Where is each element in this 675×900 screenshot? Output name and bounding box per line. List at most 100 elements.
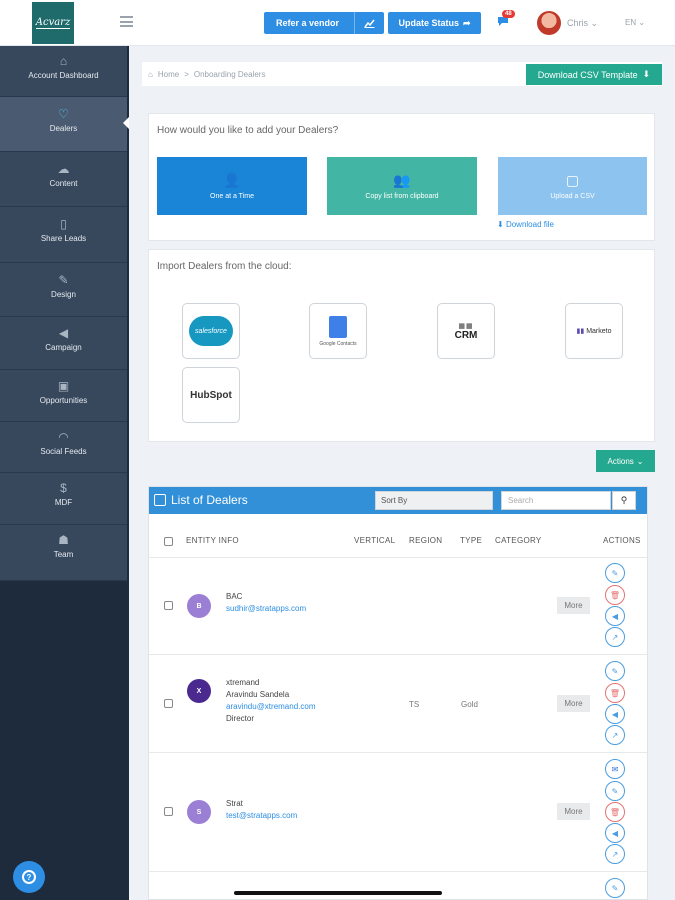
crm-import-button[interactable]: ▦▦ CRM bbox=[437, 303, 495, 359]
chevron-down-icon: ⌄ bbox=[590, 18, 599, 28]
edit-action-icon[interactable]: ✎ bbox=[605, 661, 625, 681]
dealers-list-header: List of Dealers Sort By Search ⚲ bbox=[149, 487, 647, 514]
update-status-label: Update Status bbox=[398, 18, 459, 28]
update-status-button[interactable]: Update Status ➦ bbox=[388, 12, 481, 34]
notifications-icon[interactable]: 48 bbox=[496, 10, 515, 28]
app-logo[interactable]: Acvarz bbox=[32, 2, 74, 44]
edit-action-icon[interactable]: ✎ bbox=[605, 781, 625, 801]
chevron-down-icon: ⌄ bbox=[636, 456, 644, 466]
menu-toggle-icon[interactable] bbox=[120, 16, 133, 27]
mail-action-icon[interactable]: ✉ bbox=[605, 759, 625, 779]
sidebar-item-account-dashboard[interactable]: ⌂ Account Dashboard bbox=[0, 46, 127, 97]
avatar: B bbox=[187, 594, 211, 618]
help-button[interactable]: ? bbox=[13, 861, 45, 893]
salesforce-import-button[interactable]: salesforce bbox=[182, 303, 240, 359]
sidebar-item-dealers[interactable]: ♡ Dealers bbox=[0, 97, 127, 152]
share-icon: ➦ bbox=[462, 17, 471, 28]
money-icon: ▣ bbox=[57, 379, 70, 393]
sidebar-item-mdf[interactable]: $ MDF bbox=[0, 473, 127, 525]
salesforce-logo: salesforce bbox=[189, 316, 233, 346]
refer-vendor-button[interactable]: Refer a vendor bbox=[264, 12, 384, 34]
dealer-name: BAC bbox=[226, 592, 243, 601]
column-actions: ACTIONS bbox=[603, 536, 641, 545]
more-button[interactable]: More bbox=[557, 695, 590, 712]
column-category[interactable]: CATEGORY bbox=[495, 536, 542, 545]
sidebar-item-share-leads[interactable]: ▯ Share Leads bbox=[0, 207, 127, 263]
dealer-email[interactable]: aravindu@xtremand.com bbox=[226, 701, 316, 713]
copy-from-clipboard-button[interactable]: 👥 Copy list from clipboard bbox=[327, 157, 477, 215]
edit-icon bbox=[154, 494, 166, 506]
delete-action-icon[interactable]: 🗑 bbox=[605, 683, 625, 703]
download-file-link[interactable]: ⬇ Download file bbox=[497, 220, 554, 229]
notification-badge: 48 bbox=[502, 10, 515, 18]
dealer-name: Strat bbox=[226, 799, 243, 808]
question-icon: ? bbox=[22, 870, 36, 884]
select-all-checkbox[interactable] bbox=[164, 537, 173, 546]
dealer-contact: Aravindu Sandela bbox=[226, 690, 290, 699]
top-bar: Acvarz Refer a vendor Update Status ➦ 48… bbox=[0, 0, 675, 46]
row-checkbox[interactable] bbox=[164, 807, 173, 816]
sidebar-item-design[interactable]: ✎ Design bbox=[0, 263, 127, 317]
table-row-entity: Strat test@stratapps.com bbox=[226, 798, 297, 822]
edit-action-icon[interactable]: ✎ bbox=[605, 878, 625, 898]
analytics-action-icon[interactable]: ↗ bbox=[605, 725, 625, 745]
download-csv-template-button[interactable]: Download CSV Template ⬇ bbox=[526, 64, 662, 85]
chart-icon bbox=[354, 12, 384, 34]
column-vertical[interactable]: VERTICAL bbox=[354, 536, 395, 545]
marketo-icon: ▮▮ bbox=[576, 328, 585, 335]
campaign-action-icon[interactable]: ◀ bbox=[605, 606, 625, 626]
region-cell: TS bbox=[409, 700, 420, 709]
row-checkbox[interactable] bbox=[164, 699, 173, 708]
table-row-entity: xtremand Aravindu Sandela aravindu@xtrem… bbox=[226, 677, 316, 725]
breadcrumb-home[interactable]: Home bbox=[158, 70, 179, 79]
more-button[interactable]: More bbox=[557, 597, 590, 614]
divider bbox=[149, 752, 647, 753]
google-contacts-icon bbox=[329, 315, 347, 338]
dealers-list-panel: List of Dealers Sort By Search ⚲ ENTITY … bbox=[148, 486, 648, 900]
column-entity-info[interactable]: ENTITY INFO bbox=[186, 536, 239, 545]
hubspot-import-button[interactable]: HubSpot bbox=[182, 367, 240, 423]
crm-icon: ▦▦ bbox=[458, 322, 474, 330]
sidebar-item-opportunities[interactable]: ▣ Opportunities bbox=[0, 370, 127, 422]
dealer-name: xtremand bbox=[226, 678, 260, 687]
sidebar-item-campaign[interactable]: ◀ Campaign bbox=[0, 317, 127, 370]
delete-action-icon[interactable]: 🗑 bbox=[605, 802, 625, 822]
campaign-action-icon[interactable]: ◀ bbox=[605, 704, 625, 724]
actions-dropdown-button[interactable]: Actions ⌄ bbox=[596, 450, 655, 472]
google-contacts-import-button[interactable]: Google Contacts bbox=[309, 303, 367, 359]
column-region[interactable]: REGION bbox=[409, 536, 442, 545]
search-icon[interactable]: ⚲ bbox=[612, 491, 636, 510]
one-at-a-time-button[interactable]: 👤 One at a Time bbox=[157, 157, 307, 215]
sidebar-item-social-feeds[interactable]: ◠ Social Feeds bbox=[0, 422, 127, 473]
user-menu[interactable]: Chris ⌄ bbox=[567, 18, 598, 29]
campaign-action-icon[interactable]: ◀ bbox=[605, 823, 625, 843]
marketo-import-button[interactable]: ▮▮ Marketo bbox=[565, 303, 623, 359]
dealer-email[interactable]: test@stratapps.com bbox=[226, 810, 297, 822]
search-input[interactable]: Search bbox=[501, 491, 611, 510]
sidebar-item-content[interactable]: ☁ Content bbox=[0, 152, 127, 207]
upload-csv-button[interactable]: ▢ Upload a CSV bbox=[498, 157, 647, 215]
type-cell: Gold bbox=[461, 700, 478, 709]
edit-action-icon[interactable]: ✎ bbox=[605, 563, 625, 583]
chevron-down-icon: ⌄ bbox=[638, 18, 646, 27]
avatar: X bbox=[187, 679, 211, 703]
megaphone-icon: ◀ bbox=[58, 326, 69, 340]
breadcrumb-separator: > bbox=[184, 69, 189, 79]
brush-icon: ✎ bbox=[58, 273, 69, 287]
more-button[interactable]: More bbox=[557, 803, 590, 820]
handshake-icon: ♡ bbox=[58, 107, 69, 121]
column-type[interactable]: TYPE bbox=[460, 536, 482, 545]
add-dealers-title: How would you like to add your Dealers? bbox=[157, 125, 339, 136]
analytics-action-icon[interactable]: ↗ bbox=[605, 844, 625, 864]
analytics-action-icon[interactable]: ↗ bbox=[605, 627, 625, 647]
row-checkbox[interactable] bbox=[164, 601, 173, 610]
home-indicator bbox=[234, 891, 442, 895]
add-user-icon: 👤 bbox=[223, 171, 241, 188]
language-select[interactable]: EN ⌄ bbox=[625, 18, 645, 27]
sort-by-select[interactable]: Sort By bbox=[375, 491, 493, 510]
cloud-import-title: Import Dealers from the cloud: bbox=[157, 261, 292, 272]
sidebar-item-team[interactable]: ☗ Team bbox=[0, 525, 127, 581]
user-avatar[interactable] bbox=[537, 11, 561, 35]
delete-action-icon[interactable]: 🗑 bbox=[605, 585, 625, 605]
dealer-email[interactable]: sudhir@stratapps.com bbox=[226, 603, 306, 615]
